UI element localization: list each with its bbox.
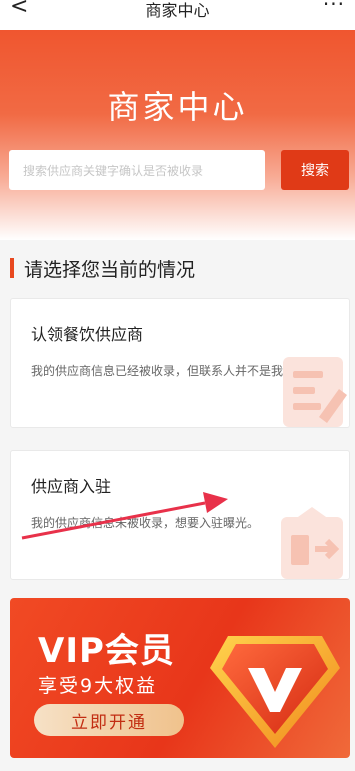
hero-banner: 商家中心 搜索供应商关键字确认是否被收录 搜索	[0, 30, 355, 240]
activate-now-button[interactable]: 立即开通	[34, 704, 184, 736]
vip-membership-banner[interactable]: VIP会员 享受9大权益 立即开通	[10, 598, 350, 758]
supplier-onboarding-card[interactable]: 供应商入驻 我的供应商信息未被收录，想要入驻曝光。	[10, 450, 350, 580]
page-title: 商家中心	[145, 1, 210, 20]
vip-diamond-icon	[210, 636, 340, 748]
vip-subtitle: 享受9大权益	[38, 675, 158, 697]
claim-supplier-card[interactable]: 认领餐饮供应商 我的供应商信息已经被收录，但联系人并不是我。	[10, 298, 350, 428]
back-icon[interactable]: <	[10, 0, 28, 19]
card-title: 认领餐饮供应商	[31, 325, 144, 344]
document-edit-icon	[283, 357, 347, 427]
search-input[interactable]: 搜索供应商关键字确认是否被收录	[9, 150, 265, 190]
card-title: 供应商入驻	[31, 477, 112, 496]
section-heading: 请选择您当前的情况	[10, 256, 196, 281]
store-enter-icon	[281, 507, 343, 579]
more-icon[interactable]: ···	[323, 0, 345, 16]
vip-title: VIP会员	[38, 631, 175, 671]
section-title: 请选择您当前的情况	[24, 258, 196, 281]
hero-title: 商家中心	[107, 88, 248, 126]
search-button[interactable]: 搜索	[281, 150, 349, 190]
section-accent-bar	[10, 258, 14, 278]
top-navigation-bar: < 商家中心 ···	[0, 0, 355, 30]
